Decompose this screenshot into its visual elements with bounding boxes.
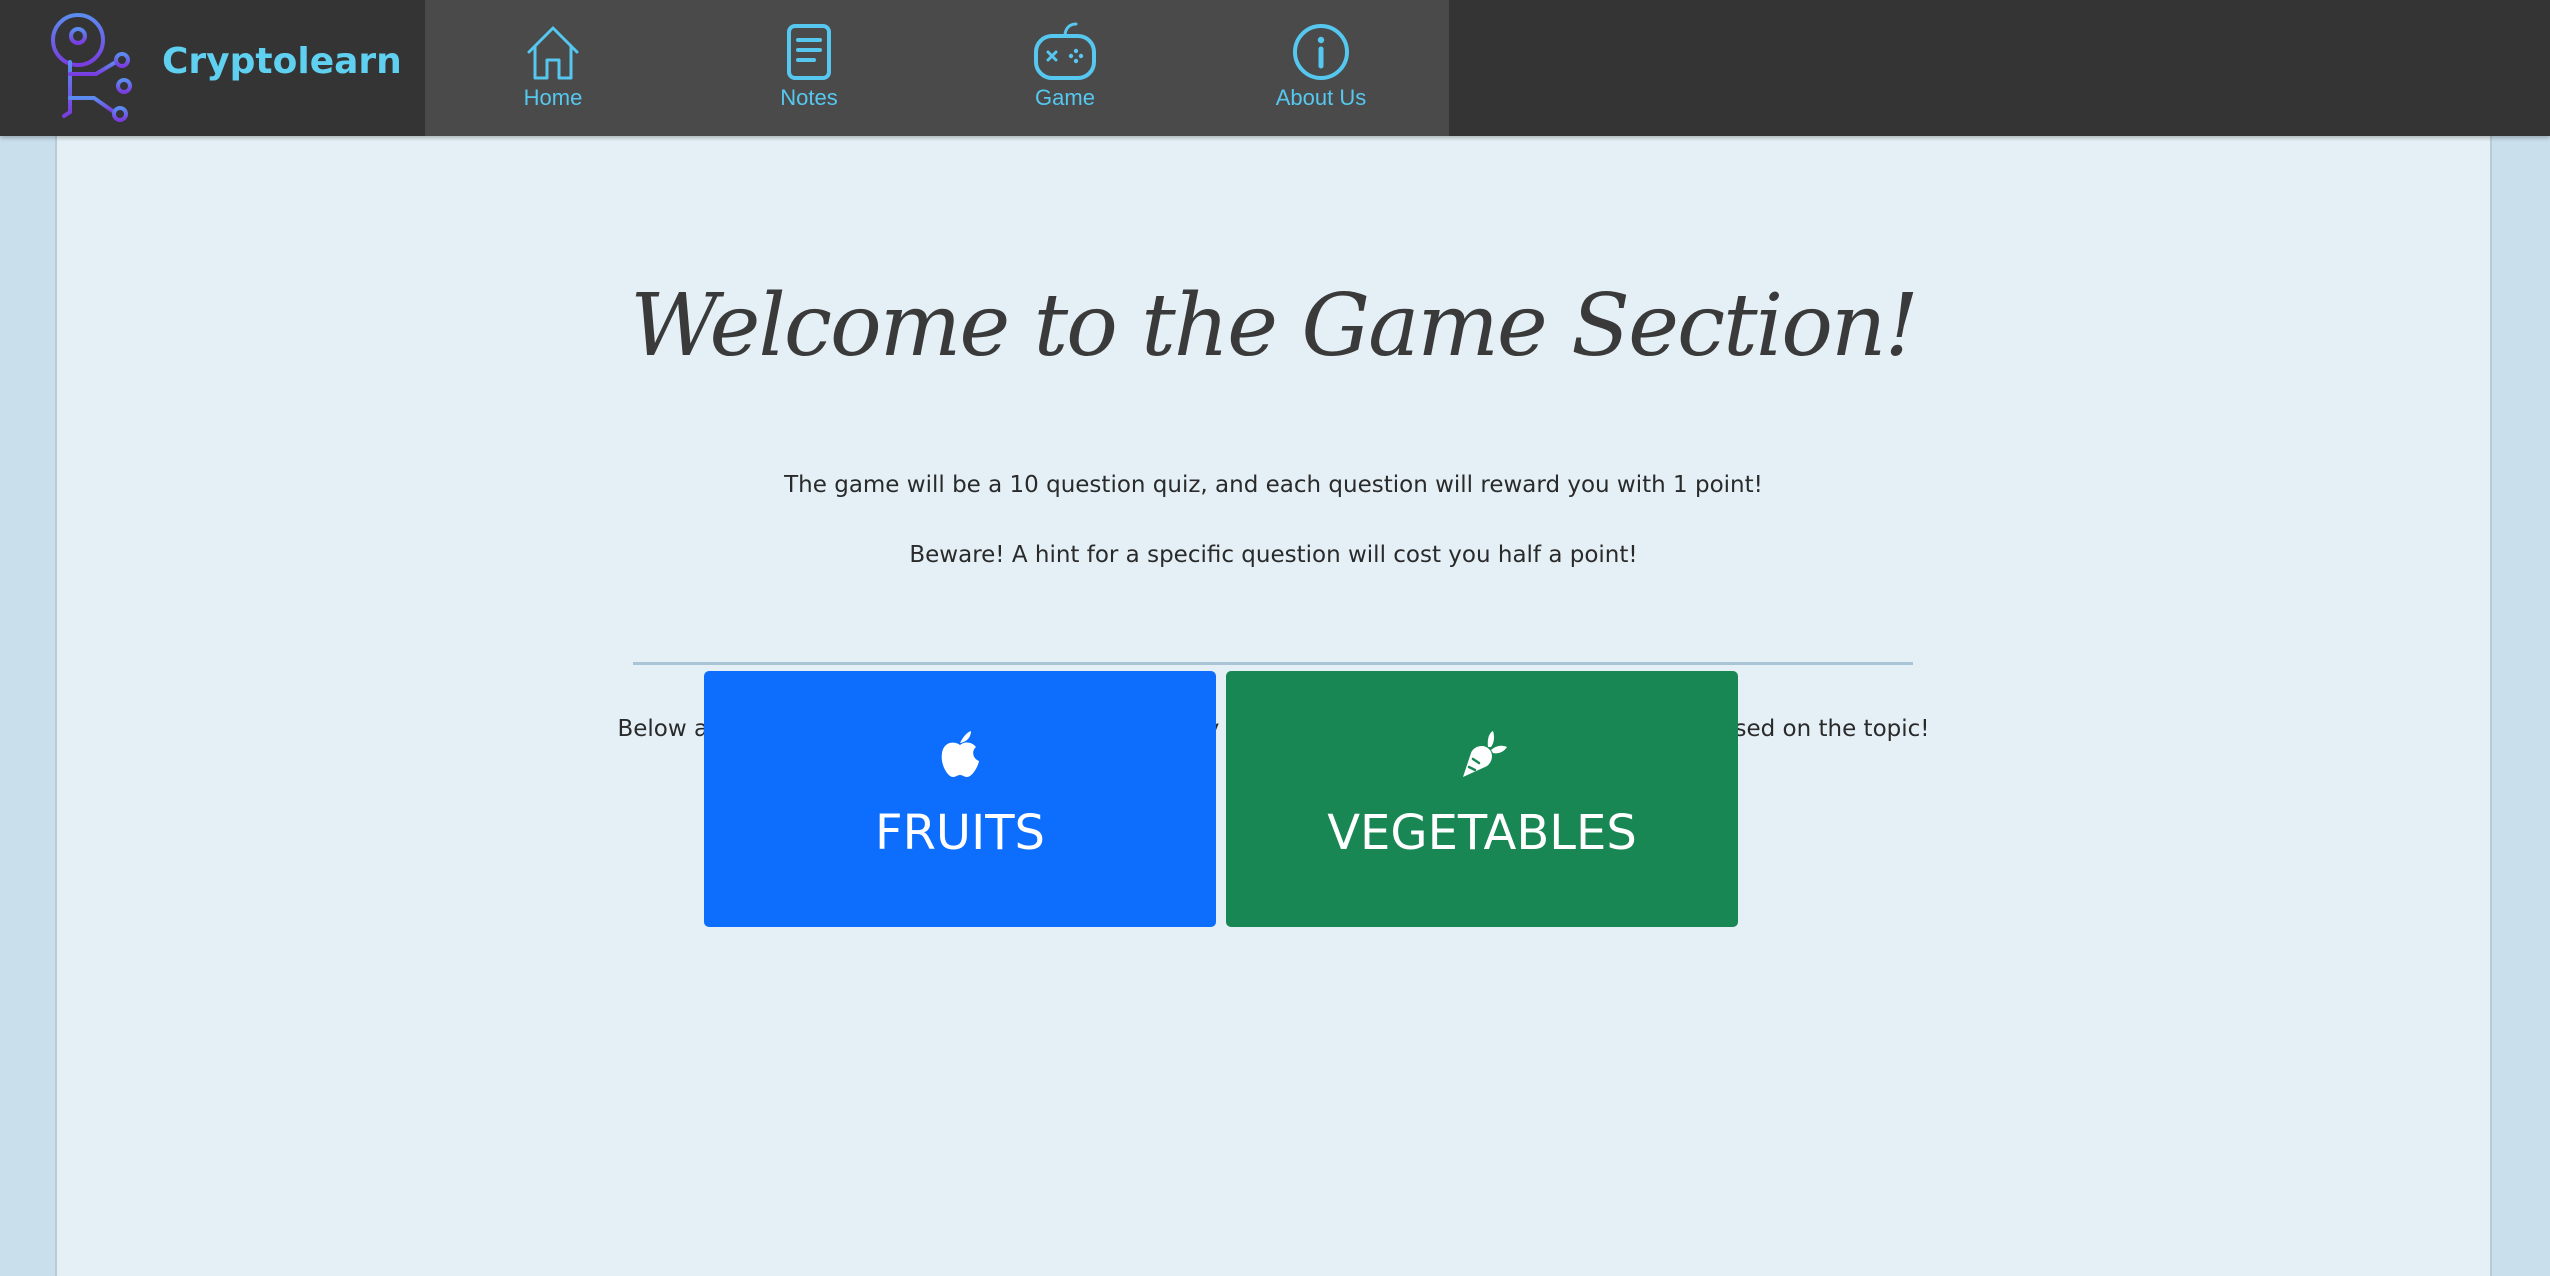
section-divider [633,662,1913,665]
nav-notes[interactable]: Notes [681,0,937,136]
intro-text-2: Beware! A hint for a specific question w… [909,542,1638,568]
carrot-icon [1455,729,1509,791]
intro-text-1: The game will be a 10 question quiz, and… [784,472,1763,498]
nav-links: Home Notes Game About Us [425,0,1449,136]
info-icon [1291,20,1351,82]
brand[interactable]: Cryptolearn [50,10,402,126]
nav-home[interactable]: Home [425,0,681,136]
nav-about-us-label: About Us [1275,85,1367,110]
nav-notes-label: Notes [780,85,838,110]
fruits-topic-button[interactable]: FRUITS [704,671,1216,927]
gamepad-icon [1032,20,1098,82]
nav-about-us[interactable]: About Us [1193,0,1449,136]
nav-game[interactable]: Game [937,0,1193,136]
key-circuit-logo-icon [50,12,140,124]
apple-icon [938,729,982,791]
vegetables-label: VEGETABLES [1327,805,1637,861]
fruits-label: FRUITS [874,805,1046,861]
page-title: Welcome to the Game Section! [630,276,1919,376]
nav-game-label: Game [1035,85,1095,110]
brand-name: Cryptolearn [162,40,402,82]
notes-icon [784,20,834,82]
home-icon [525,20,581,82]
top-navbar: Cryptolearn Home Notes Game About Us [0,0,2550,136]
vegetables-topic-button[interactable]: VEGETABLES [1226,671,1738,927]
nav-home-label: Home [523,85,583,110]
